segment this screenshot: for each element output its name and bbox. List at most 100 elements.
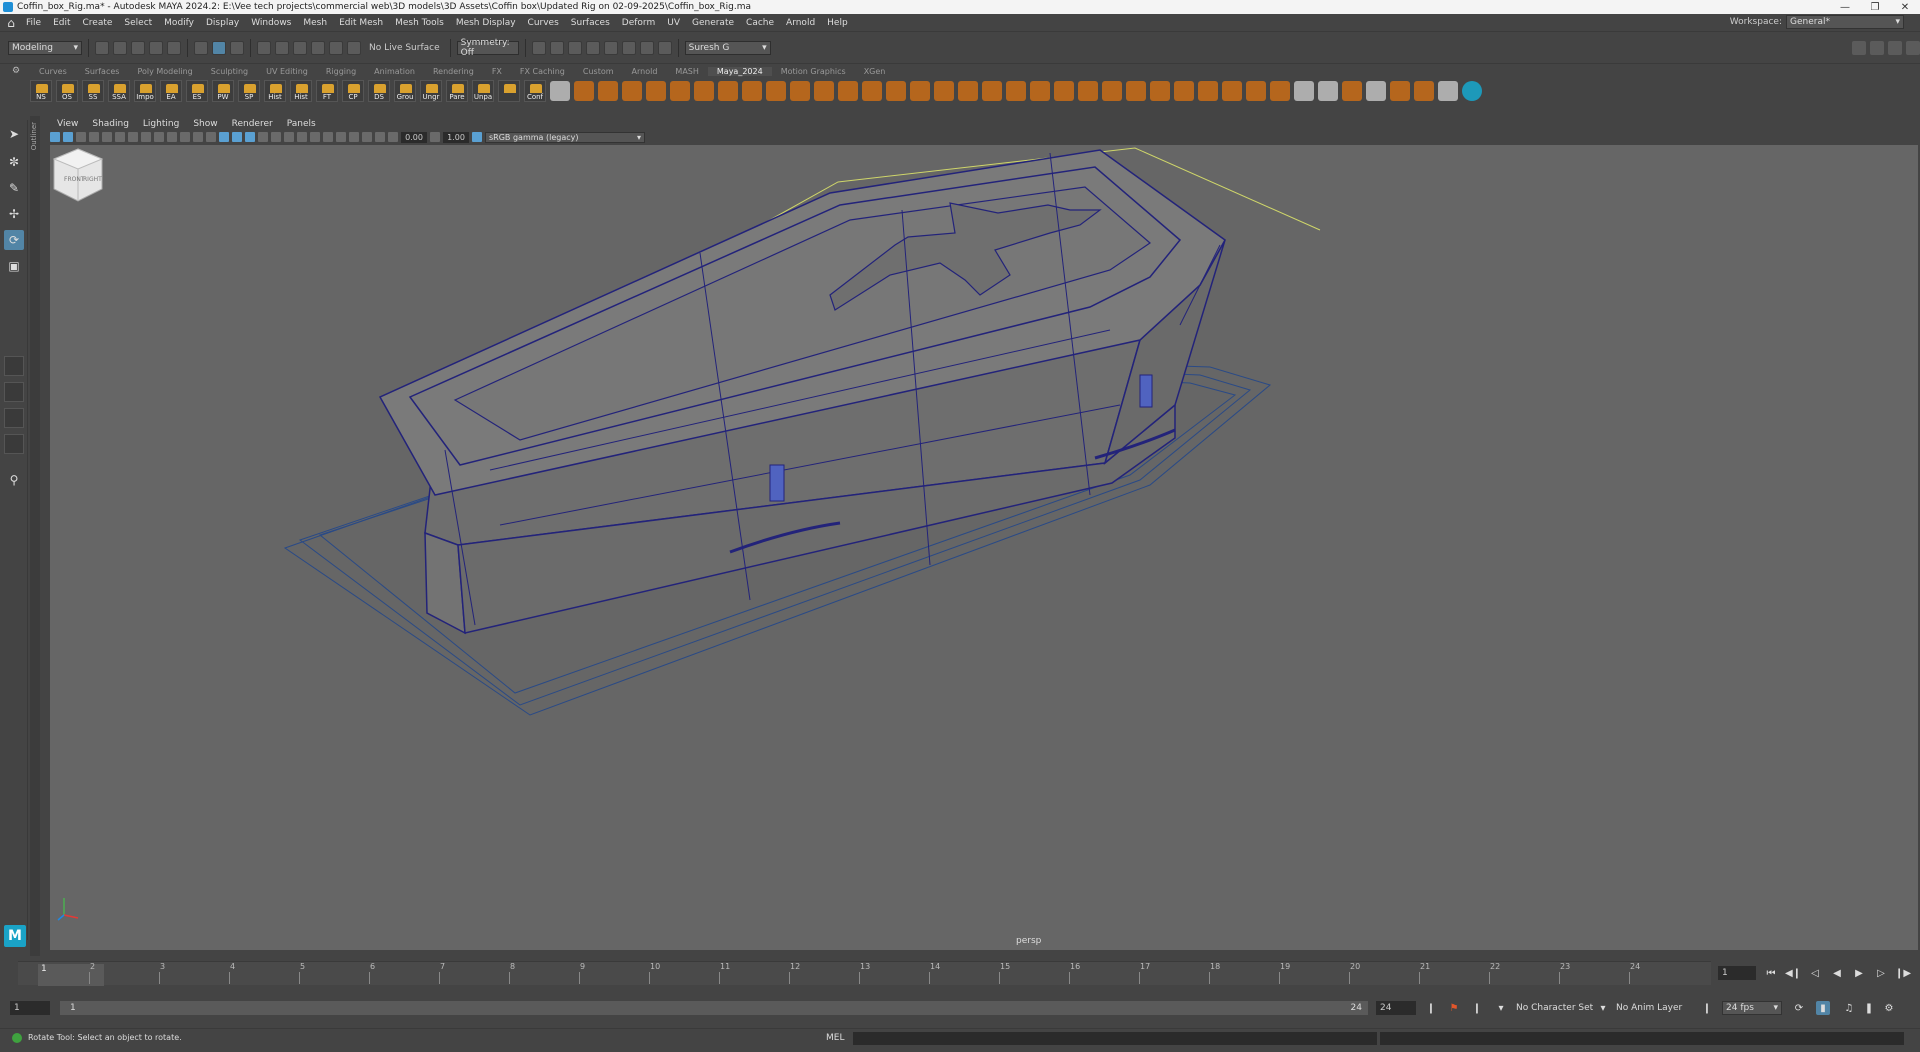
color-management-icon[interactable] [472, 132, 482, 142]
shelf-button[interactable]: Impo [134, 80, 156, 102]
shelf-tab-curves[interactable]: Curves [30, 67, 76, 76]
shelf-tool-icon[interactable] [1270, 81, 1290, 101]
film-gate-icon[interactable] [141, 132, 151, 142]
shelf-tab-animation[interactable]: Animation [365, 67, 424, 76]
current-frame-field[interactable]: 1 [1718, 966, 1756, 980]
shelf-button[interactable]: PW [212, 80, 234, 102]
shelf-tool-icon[interactable] [1246, 81, 1266, 101]
menu-arnold[interactable]: Arnold [780, 18, 821, 28]
shelf-tool-icon[interactable] [958, 81, 978, 101]
two-d-pan-zoom-icon[interactable] [102, 132, 112, 142]
shelf-tool-icon[interactable] [790, 81, 810, 101]
shelf-tool-icon[interactable] [1198, 81, 1218, 101]
shelf-tool-icon[interactable] [1126, 81, 1146, 101]
shelf-tool-icon[interactable] [574, 81, 594, 101]
human-ik-icon[interactable] [1870, 41, 1884, 55]
menu-help[interactable]: Help [821, 18, 854, 28]
key-options-icon[interactable]: ❙ [1424, 1001, 1438, 1015]
scale-tool-icon[interactable]: ▣ [4, 256, 24, 276]
lasso-tool-icon[interactable]: ✼ [4, 152, 24, 172]
render-current-icon[interactable] [549, 40, 564, 55]
outliner-layout-icon[interactable] [4, 434, 24, 454]
redo-icon[interactable] [167, 40, 181, 55]
menu-display[interactable]: Display [200, 18, 245, 28]
render-view-icon[interactable] [531, 40, 546, 55]
minimize-icon[interactable]: — [1830, 0, 1860, 14]
sound-icon[interactable]: ♫ [1842, 1001, 1856, 1015]
pause-ipr-icon[interactable] [657, 40, 672, 55]
field-chart-icon[interactable] [180, 132, 190, 142]
time-slider-track[interactable]: 1 2 3 4 5 6 7 8 9 10 11 12 13 14 15 16 1… [18, 961, 1711, 986]
arnold-ipr-icon[interactable] [639, 40, 654, 55]
rotate-tool-icon[interactable]: ⟳ [4, 230, 24, 250]
make-live-icon[interactable] [347, 40, 361, 55]
shelf-button[interactable]: Conf [524, 80, 546, 102]
shelf-tool-icon[interactable] [814, 81, 834, 101]
xray-icon[interactable] [362, 132, 372, 142]
snap-surface-icon[interactable] [329, 40, 343, 55]
shelf-tool-icon[interactable] [1006, 81, 1026, 101]
live-surface-field[interactable]: No Live Surface [365, 43, 444, 53]
ipr-render-icon[interactable] [567, 40, 582, 55]
select-tool-icon[interactable]: ➤ [4, 124, 24, 144]
shelf-button[interactable]: Hist [264, 80, 286, 102]
menu-curves[interactable]: Curves [522, 18, 565, 28]
move-tool-icon[interactable]: ✢ [4, 204, 24, 224]
shelf-tab-mash[interactable]: MASH [666, 67, 707, 76]
snap-grid-icon[interactable] [257, 40, 271, 55]
shelf-button[interactable]: SSA [108, 80, 130, 102]
shelf-tool-icon[interactable] [718, 81, 738, 101]
menu-set-dropdown[interactable]: Modeling ▾ [8, 40, 82, 55]
shelf-tool-icon[interactable] [1342, 81, 1362, 101]
paint-select-tool-icon[interactable]: ✎ [4, 178, 24, 198]
view-transform-dropdown[interactable]: sRGB gamma (legacy) ▾ [485, 131, 645, 143]
animation-start-field[interactable]: 1 [10, 1001, 50, 1015]
anim-layer-dropdown-icon[interactable]: ▾ [1596, 1001, 1610, 1015]
perspective-viewport[interactable]: FRONT RIGHT persp [50, 145, 1918, 950]
single-perspective-view-icon[interactable] [4, 356, 24, 376]
playback-range-bar[interactable]: 1 24 [60, 1001, 1368, 1015]
shelf-tab-rendering[interactable]: Rendering [424, 67, 483, 76]
close-icon[interactable]: ✕ [1890, 0, 1920, 14]
command-language-label[interactable]: MEL [826, 1033, 844, 1043]
shelf-button[interactable]: Grou [394, 80, 416, 102]
shelf-tool-icon[interactable] [1390, 81, 1410, 101]
search-icon[interactable]: ⚲ [4, 470, 24, 490]
anti-aliasing-icon[interactable] [323, 132, 333, 142]
shelf-tool-icon[interactable] [1030, 81, 1050, 101]
shelf-tab-uv-editing[interactable]: UV Editing [257, 67, 317, 76]
grid-icon[interactable] [128, 132, 138, 142]
shelf-button[interactable]: SS [82, 80, 104, 102]
wireframe-icon[interactable] [219, 132, 229, 142]
shelf-tool-icon[interactable] [694, 81, 714, 101]
select-hierarchy-icon[interactable] [194, 40, 208, 55]
shelf-tool-icon[interactable] [1366, 81, 1386, 101]
panel-menu-show[interactable]: Show [186, 119, 224, 129]
panel-menu-lighting[interactable]: Lighting [136, 119, 186, 129]
shelf-tab-poly-modeling[interactable]: Poly Modeling [128, 67, 201, 76]
xray-joints-icon[interactable] [375, 132, 385, 142]
character-set-value[interactable]: No Character Set [1516, 1003, 1593, 1013]
shelf-tool-icon[interactable] [598, 81, 618, 101]
key-filter-icon[interactable]: ❙ [1470, 1001, 1484, 1015]
motion-blur-icon[interactable] [310, 132, 320, 142]
shelf-tab-maya-2024[interactable]: Maya_2024 [707, 67, 772, 76]
user-account-dropdown[interactable]: Suresh G ▾ [684, 40, 771, 55]
hypershade-icon[interactable] [603, 40, 618, 55]
render-settings-icon[interactable] [585, 40, 600, 55]
animation-preferences-icon[interactable]: ⚙ [1882, 1001, 1896, 1015]
shelf-tab-arnold[interactable]: Arnold [623, 67, 667, 76]
step-forward-frame-icon[interactable]: ❙▶ [1895, 966, 1911, 980]
exposure-field[interactable]: 0.00 [401, 131, 427, 143]
go-to-start-icon[interactable]: ⏮ [1763, 966, 1779, 980]
shelf-button[interactable] [498, 80, 520, 102]
shelf-tool-icon[interactable] [862, 81, 882, 101]
shelf-tool-icon[interactable] [1318, 81, 1338, 101]
menu-select[interactable]: Select [118, 18, 158, 28]
panel-menu-renderer[interactable]: Renderer [225, 119, 280, 129]
menu-edit[interactable]: Edit [47, 18, 76, 28]
shelf-button[interactable]: ES [186, 80, 208, 102]
fps-dropdown[interactable]: 24 fps ▾ [1722, 1001, 1782, 1015]
step-back-key-icon[interactable]: ◁ [1807, 966, 1823, 980]
panel-menu-view[interactable]: View [50, 119, 85, 129]
